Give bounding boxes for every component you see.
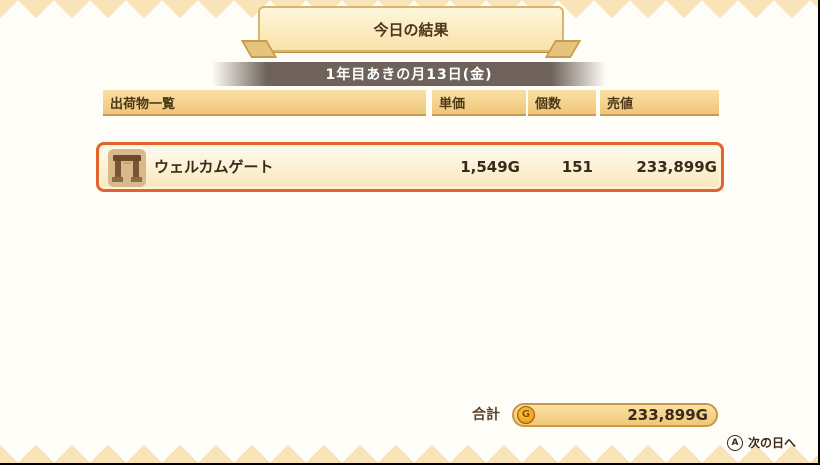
gold-coin-icon: G [517,406,535,424]
welcome-gate-icon [108,149,146,187]
item-sales: 233,899G [636,158,717,176]
column-header-items: 出荷物一覧 [103,90,426,116]
item-name: ウェルカムゲート [154,158,274,176]
shipping-results-screen: 今日の結果 1年目あきの月13日(金) 出荷物一覧 単価 個数 売値 ウェルカム… [0,0,820,465]
column-header-unit-price: 単価 [432,90,526,116]
bottom-decorative-band [0,427,818,463]
total-label: 合計 [472,407,500,423]
date-banner: 1年目あきの月13日(金) [212,62,606,86]
next-day-label: 次の日へ [748,436,797,450]
a-button-icon: A [727,434,743,451]
total-value: 233,899G [627,406,708,424]
item-count: 151 [561,158,593,176]
total-box: G 233,899G [512,403,718,427]
next-day-button[interactable]: A 次の日へ [727,434,796,451]
item-unit-price: 1,549G [460,158,520,176]
column-header-sales: 売値 [600,90,719,116]
page-title: 今日の結果 [373,20,449,39]
shipped-item-row[interactable]: ウェルカムゲート 1,549G 151 233,899G [96,142,724,192]
title-scroll-banner: 今日の結果 [258,6,564,52]
column-header-count: 個数 [528,90,596,116]
